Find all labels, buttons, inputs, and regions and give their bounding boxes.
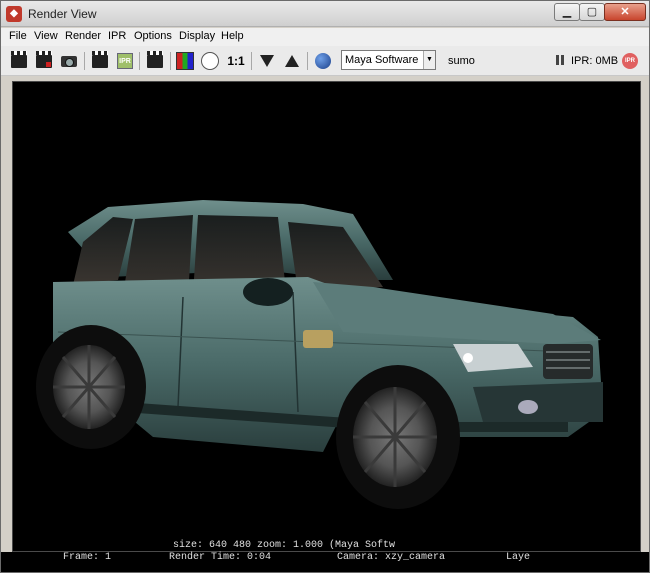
layer-status: Laye [506,552,531,563]
teapot-icon [315,53,331,69]
render-time-status: Render Time: 0:04 [169,552,272,563]
render-settings-icon [147,50,163,68]
menu-options[interactable]: Options [134,30,172,42]
pause-icon[interactable] [556,55,564,65]
render-viewport[interactable]: size: 640 480 zoom: 1.000 (Maya Softw [12,81,641,552]
ratio-label: 1:1 [227,54,245,68]
camera-status: Camera: xzy_camera [337,552,446,563]
keep-image-icon [260,55,274,67]
menu-help[interactable]: Help [221,30,244,42]
ipr-icon: IPR [117,53,133,69]
real-size-button[interactable]: 1:1 [226,51,246,71]
toolbar-divider [139,52,140,70]
render-view-window: ◆ Render View ▁ ▢ ✕ File View Render IPR… [0,0,650,573]
ipr-memory-label: IPR: 0MB [571,55,619,67]
snapshot-button[interactable] [59,51,79,71]
alpha-channel-icon [201,52,219,70]
remove-image-button[interactable] [282,51,302,71]
menu-display[interactable]: Display [179,30,215,42]
render-region-button[interactable] [34,50,54,71]
toolbar: IPR 1:1 Maya Software ▼ sumo IPR: 0MB IP… [1,46,649,76]
menu-view[interactable]: View [34,30,58,42]
render-size-info: size: 640 480 zoom: 1.000 (Maya Softw [173,540,396,551]
menu-render[interactable]: Render [65,30,101,42]
hypershade-button[interactable] [313,51,333,71]
chevron-down-icon: ▼ [423,51,435,69]
camera-icon [61,55,77,67]
rendered-suv-image [13,82,640,551]
toolbar-divider [307,52,308,70]
redo-render-button[interactable] [9,50,29,71]
clapboard-region-icon [36,50,52,68]
toolbar-divider [84,52,85,70]
ipr-render-button[interactable] [90,50,110,71]
renderer-value: Maya Software [345,54,419,66]
title-bar[interactable]: ◆ Render View ▁ ▢ ✕ [1,1,649,27]
render-settings-button[interactable] [145,50,165,71]
toolbar-divider [251,52,252,70]
menu-file[interactable]: File [9,30,27,42]
keep-image-button[interactable] [257,51,277,71]
menu-bar: File View Render IPR Options Display Hel… [1,28,649,46]
refresh-ipr-button[interactable]: IPR [115,51,135,71]
close-button[interactable]: ✕ [604,3,646,21]
frame-status: Frame: 1 [63,552,112,563]
rgb-channels-icon [176,52,194,70]
toolbar-divider [170,52,171,70]
status-bar: Frame: 1 Render Time: 0:04 Camera: xzy_c… [1,552,649,572]
window-title: Render View [28,7,97,21]
maximize-button[interactable]: ▢ [579,3,605,21]
menu-ipr[interactable]: IPR [108,30,126,42]
clapboard-icon [11,50,27,68]
alpha-channel-button[interactable] [200,51,220,71]
clapboard-ipr-icon [92,50,108,68]
maya-icon: ◆ [6,6,22,22]
rgb-channel-button[interactable] [175,51,195,71]
ipr-stop-icon[interactable]: IPR [622,53,638,69]
minimize-button[interactable]: ▁ [554,3,580,21]
renderer-dropdown[interactable]: Maya Software ▼ [341,50,436,70]
camera-name: sumo [448,55,475,67]
remove-image-icon [285,55,299,67]
